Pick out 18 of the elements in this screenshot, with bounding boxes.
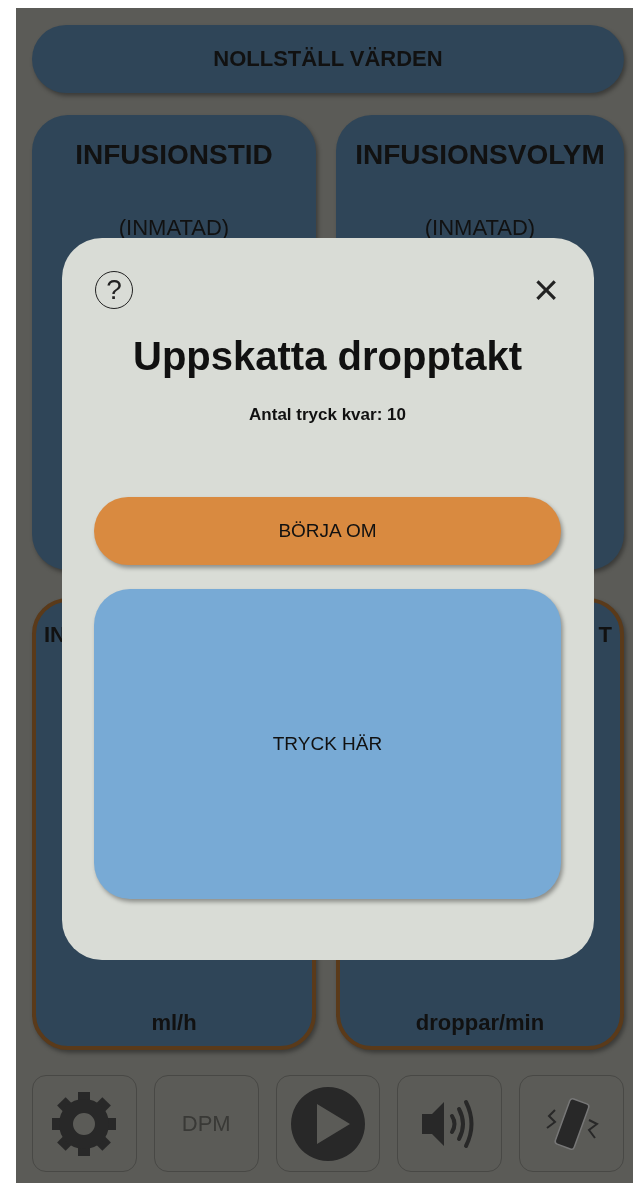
card-title: INFUSIONSTID [74,139,274,171]
close-button[interactable]: × [533,268,559,312]
restart-button[interactable]: BÖRJA OM [94,497,561,565]
card-title: T [598,622,612,648]
unit-label: droppar/min [415,1010,545,1036]
taps-left-label: Antal tryck kvar: 10 [249,405,406,425]
card-note: (INMATAD) [424,215,536,241]
play-button[interactable] [275,1075,381,1172]
card-note: (INMATAD) [118,215,230,241]
play-icon [290,1085,366,1162]
tap-area[interactable]: TRYCK HÄR [94,589,561,899]
unit-label: ml/h [151,1010,197,1036]
sound-button[interactable] [397,1075,503,1172]
card-title: INFUSIONSVOLYM [354,139,606,171]
gear-button[interactable] [32,1075,137,1172]
dialog-title: Uppskatta dropptakt [133,334,522,379]
settings-icon [51,1090,118,1157]
vibrate-button[interactable] [519,1075,624,1172]
